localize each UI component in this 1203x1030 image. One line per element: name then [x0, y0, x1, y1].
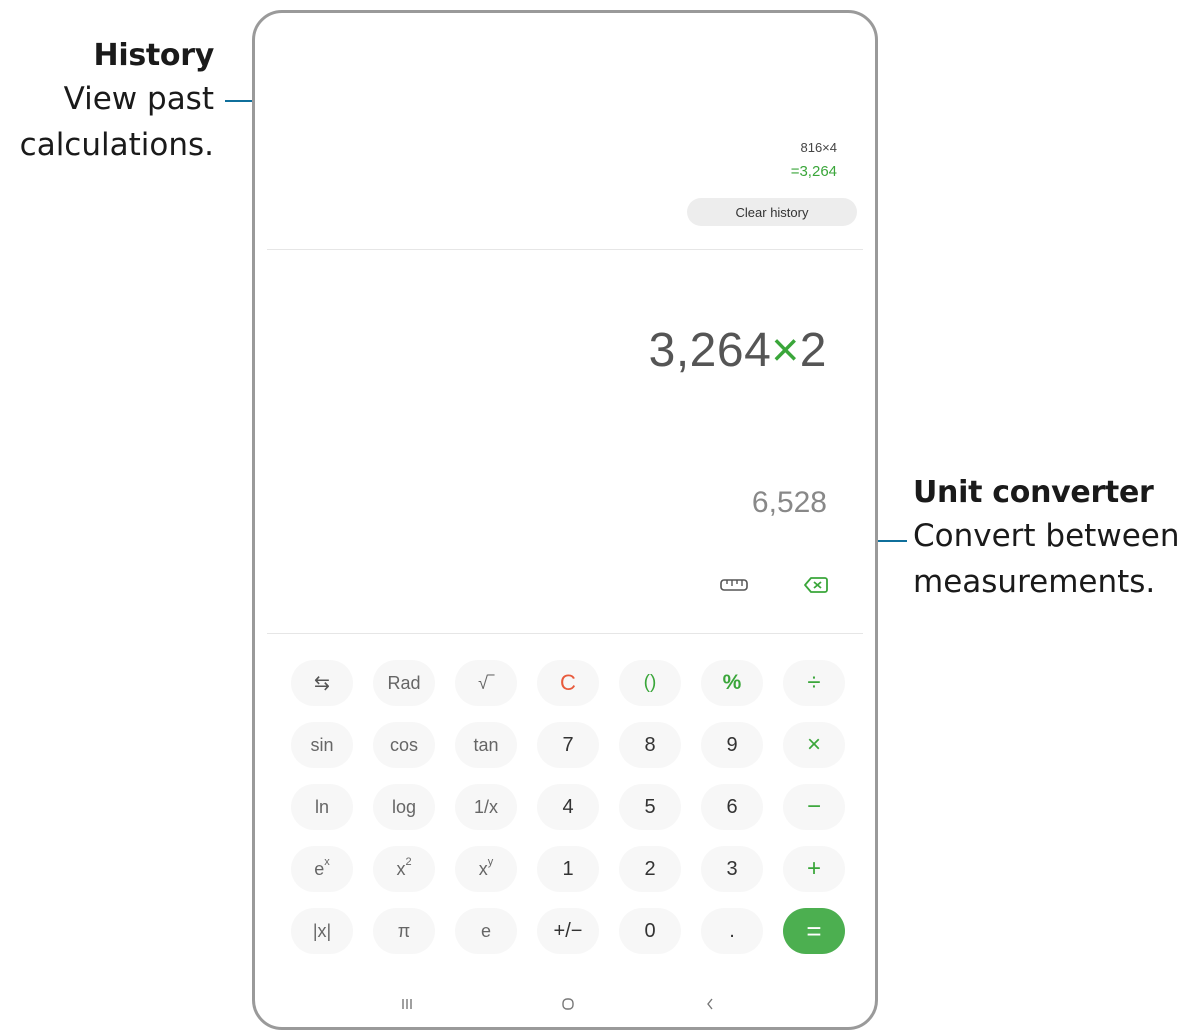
- square-key-base: x: [396, 858, 406, 879]
- back-icon[interactable]: [703, 997, 717, 1011]
- power-key-exponent: y: [487, 856, 494, 868]
- ruler-icon[interactable]: [719, 575, 749, 593]
- history-callout-title: History: [93, 38, 215, 73]
- divide-key[interactable]: ÷: [783, 660, 845, 706]
- navigation-bar: [255, 991, 875, 1017]
- power-key-base: x: [478, 858, 488, 879]
- history-result[interactable]: =3,264: [791, 163, 837, 180]
- history-divider: [267, 249, 863, 250]
- add-key[interactable]: +: [783, 846, 845, 892]
- square-key-exponent: 2: [405, 856, 412, 868]
- parentheses-key[interactable]: (): [619, 660, 681, 706]
- ln-key[interactable]: ln: [291, 784, 353, 830]
- digit-4-key[interactable]: 4: [537, 784, 599, 830]
- history-callout-desc-line1: View past: [63, 81, 214, 117]
- unit-converter-callout-title: Unit converter: [913, 475, 1154, 510]
- square-key[interactable]: x2: [373, 846, 435, 892]
- sin-key[interactable]: sin: [291, 722, 353, 768]
- digit-9-key[interactable]: 9: [701, 722, 763, 768]
- digit-1-key[interactable]: 1: [537, 846, 599, 892]
- exp-key[interactable]: ex: [291, 846, 353, 892]
- digit-2-key[interactable]: 2: [619, 846, 681, 892]
- absolute-key[interactable]: |x|: [291, 908, 353, 954]
- sqrt-key[interactable]: √‾: [455, 660, 517, 706]
- clear-key[interactable]: C: [537, 660, 599, 706]
- backspace-icon[interactable]: [803, 575, 829, 595]
- expression-display[interactable]: 3,264×2: [649, 323, 827, 378]
- unit-converter-callout: Unit converter Convert between measureme…: [913, 473, 1179, 605]
- cos-key[interactable]: cos: [373, 722, 435, 768]
- clear-history-button[interactable]: Clear history: [687, 198, 857, 226]
- expression-operand: 2: [799, 324, 827, 377]
- history-expression[interactable]: 816×4: [800, 140, 837, 155]
- multiply-key[interactable]: ×: [783, 722, 845, 768]
- expression-operator: ×: [771, 324, 800, 377]
- log-key[interactable]: log: [373, 784, 435, 830]
- subtract-key[interactable]: −: [783, 784, 845, 830]
- euler-key[interactable]: e: [455, 908, 517, 954]
- rad-key[interactable]: Rad: [373, 660, 435, 706]
- digit-5-key[interactable]: 5: [619, 784, 681, 830]
- equals-key[interactable]: =: [783, 908, 845, 954]
- exp-key-base: e: [314, 858, 325, 879]
- keypad-divider: [267, 633, 863, 634]
- digit-7-key[interactable]: 7: [537, 722, 599, 768]
- history-callout: History View past calculations.: [19, 36, 215, 168]
- decimal-key[interactable]: .: [701, 908, 763, 954]
- unit-converter-callout-desc-line1: Convert between: [913, 518, 1180, 554]
- percent-key[interactable]: %: [701, 660, 763, 706]
- reciprocal-key[interactable]: 1/x: [455, 784, 517, 830]
- pi-key[interactable]: π: [373, 908, 435, 954]
- history-callout-desc-line2: calculations.: [19, 127, 214, 163]
- recent-apps-icon[interactable]: [400, 997, 414, 1011]
- unit-converter-callout-desc-line2: measurements.: [913, 564, 1156, 600]
- digit-0-key[interactable]: 0: [619, 908, 681, 954]
- swap-functions-key[interactable]: ⇆: [291, 660, 353, 706]
- exp-key-exponent: x: [324, 856, 330, 868]
- digit-3-key[interactable]: 3: [701, 846, 763, 892]
- digit-6-key[interactable]: 6: [701, 784, 763, 830]
- expression-value: 3,264: [648, 324, 772, 377]
- power-key[interactable]: xy: [455, 846, 517, 892]
- calculator-screen: 816×4 =3,264 Clear history 3,264×2 6,528…: [252, 10, 878, 1030]
- result-preview: 6,528: [751, 486, 827, 519]
- home-icon[interactable]: [561, 997, 575, 1011]
- plus-minus-key[interactable]: +/−: [537, 908, 599, 954]
- digit-8-key[interactable]: 8: [619, 722, 681, 768]
- tan-key[interactable]: tan: [455, 722, 517, 768]
